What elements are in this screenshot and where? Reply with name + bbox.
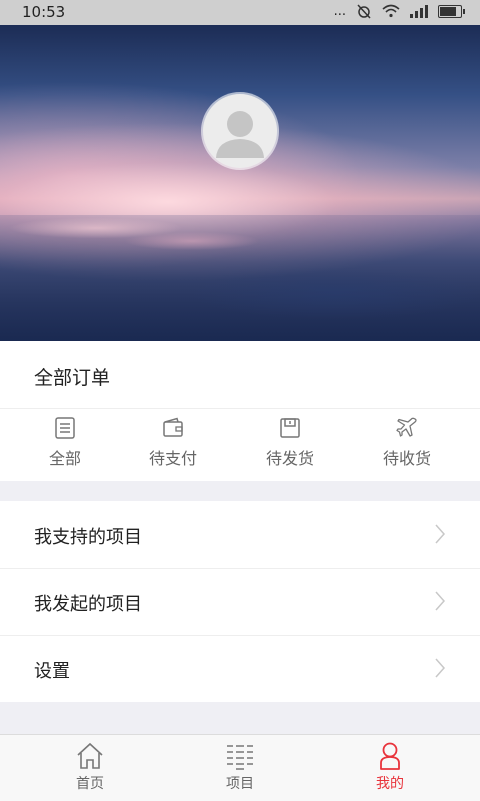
orders-section: 全部订单 全部 待支付 待发货 待收货 — [0, 341, 480, 481]
chevron-right-icon — [435, 524, 446, 544]
header-background-image — [0, 215, 480, 341]
wallet-icon — [163, 417, 183, 437]
all-orders-title[interactable]: 全部订单 — [34, 363, 110, 390]
chevron-right-icon — [435, 591, 446, 611]
order-filter-label: 待收货 — [382, 449, 431, 468]
tab-home[interactable]: 首页 — [40, 735, 140, 801]
status-icons: ... — [333, 3, 465, 19]
menu-item-settings[interactable]: 设置 — [0, 635, 480, 702]
order-filter-all[interactable]: 全部 — [10, 413, 120, 479]
menu-item-label: 我发起的项目 — [34, 594, 142, 615]
order-filter-pending-shipment[interactable]: 待发货 — [235, 413, 345, 479]
default-user-icon — [216, 111, 264, 158]
order-filter-label: 全部 — [48, 449, 81, 468]
menu-item-supported-projects[interactable]: 我支持的项目 — [0, 501, 480, 568]
more-dots-icon: ... — [333, 3, 346, 19]
menu-item-label: 设置 — [34, 661, 70, 682]
package-icon — [280, 418, 300, 438]
wifi-icon — [382, 4, 400, 18]
tab-projects[interactable]: 项目 — [190, 735, 290, 801]
battery-icon — [438, 4, 465, 18]
alarm-off-icon — [357, 4, 371, 19]
cell-signal-icon — [410, 4, 428, 18]
person-icon — [380, 742, 400, 770]
list-icon — [55, 417, 75, 439]
divider — [0, 408, 480, 409]
tab-mine[interactable]: 我的 — [340, 735, 440, 801]
status-time: 10:53 — [22, 3, 66, 21]
menu-item-initiated-projects[interactable]: 我发起的项目 — [0, 568, 480, 635]
menu-list: 我支持的项目 我发起的项目 设置 — [0, 501, 480, 702]
profile-header — [0, 25, 480, 341]
home-icon — [77, 742, 103, 769]
order-filter-pending-payment[interactable]: 待支付 — [118, 413, 228, 479]
tab-label: 首页 — [76, 776, 104, 792]
tab-label: 项目 — [226, 776, 254, 792]
order-filter-label: 待发货 — [265, 449, 314, 468]
order-filter-pending-receipt[interactable]: 待收货 — [352, 413, 462, 479]
plane-icon — [396, 417, 417, 437]
project-list-icon — [227, 745, 253, 770]
tab-label: 我的 — [376, 776, 404, 792]
bottom-tab-bar: 首页 项目 我的 — [0, 734, 480, 801]
chevron-right-icon — [435, 658, 446, 678]
order-filter-label: 待支付 — [148, 449, 197, 468]
status-bar: 10:53 ... — [0, 0, 480, 25]
avatar[interactable] — [203, 94, 277, 168]
menu-item-label: 我支持的项目 — [34, 527, 142, 548]
